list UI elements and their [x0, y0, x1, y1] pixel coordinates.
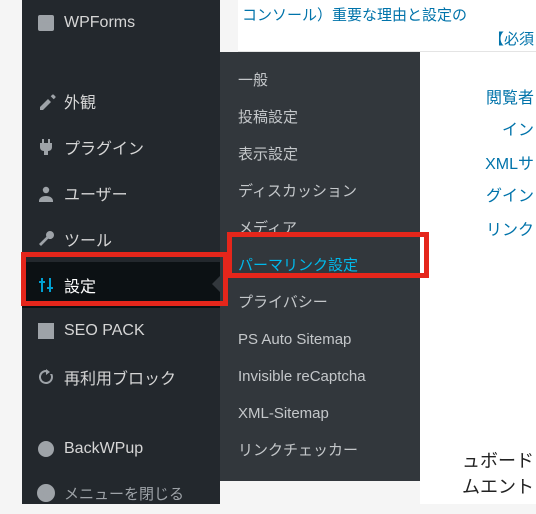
sidebar-label: WPForms: [64, 14, 210, 32]
seopack-icon: [36, 321, 64, 341]
sidebar-item-seopack[interactable]: SEO PACK: [22, 308, 220, 354]
sidebar-collapse[interactable]: メニューを閉じる: [22, 472, 220, 514]
submenu-general[interactable]: 一般: [220, 62, 420, 99]
wpforms-icon: [36, 13, 64, 33]
plugins-icon: [36, 137, 64, 157]
sidebar-label: BackWPup: [64, 440, 210, 458]
right-link-3[interactable]: XMLサ: [420, 146, 536, 178]
submenu-privacy[interactable]: プライバシー: [220, 284, 420, 321]
right-link-4[interactable]: グイン: [420, 178, 536, 210]
tools-icon: [36, 229, 64, 249]
submenu-xml-sitemap[interactable]: XML-Sitemap: [220, 395, 420, 432]
right-link-2[interactable]: イン: [420, 112, 536, 144]
sidebar-label: 再利用ブロック: [64, 365, 210, 389]
collapse-icon: [36, 483, 64, 503]
sidebar-item-backwpup[interactable]: BackWPup: [22, 426, 220, 472]
sidebar-item-wpforms[interactable]: WPForms: [22, 0, 220, 46]
submenu-invisible-recaptcha[interactable]: Invisible reCaptcha: [220, 358, 420, 395]
content-area: 閲覧者 イン XMLサ グイン リンク ュボード ムエント: [420, 52, 536, 504]
submenu-link-checker[interactable]: リンクチェッカー: [220, 432, 420, 469]
submenu-discussion[interactable]: ディスカッション: [220, 173, 420, 210]
sidebar-item-tools[interactable]: ツール: [22, 216, 220, 262]
settings-submenu: 一般 投稿設定 表示設定 ディスカッション メディア パーマリンク設定 プライバ…: [220, 52, 420, 481]
sidebar-item-users[interactable]: ユーザー: [22, 170, 220, 216]
users-icon: [36, 183, 64, 203]
sidebar-item-reusable[interactable]: 再利用ブロック: [22, 354, 220, 400]
admin-sidebar: WPForms 外観 プラグイン ユーザー ツール: [22, 0, 220, 504]
settings-icon: [36, 275, 64, 295]
right-link-1[interactable]: 閲覧者: [420, 80, 536, 112]
submenu-permalinks[interactable]: パーマリンク設定: [220, 247, 420, 284]
sidebar-item-settings[interactable]: 設定: [22, 262, 220, 308]
submenu-ps-auto-sitemap[interactable]: PS Auto Sitemap: [220, 321, 420, 358]
sidebar-label: ツール: [64, 227, 210, 251]
sidebar-label: SEO PACK: [64, 322, 210, 340]
content-link-2[interactable]: 【必須: [242, 28, 534, 52]
sidebar-label: プラグイン: [64, 135, 210, 159]
backwpup-icon: [36, 439, 64, 459]
submenu-writing[interactable]: 投稿設定: [220, 99, 420, 136]
submenu-reading[interactable]: 表示設定: [220, 136, 420, 173]
sidebar-label: 外観: [64, 89, 210, 113]
sidebar-item-appearance[interactable]: 外観: [22, 78, 220, 124]
sidebar-label: ユーザー: [64, 181, 210, 205]
sidebar-item-plugins[interactable]: プラグイン: [22, 124, 220, 170]
content-top: コンソール）重要な理由と設定の 【必須: [238, 0, 536, 52]
collapse-label: メニューを閉じる: [64, 483, 210, 504]
appearance-icon: [36, 91, 64, 111]
submenu-media[interactable]: メディア: [220, 210, 420, 247]
sidebar-label: 設定: [64, 273, 210, 297]
reusable-icon: [36, 367, 64, 387]
content-link-1[interactable]: コンソール）重要な理由と設定の: [242, 4, 534, 28]
content-bottom: ュボード ムエント: [462, 448, 534, 500]
right-link-5[interactable]: リンク: [420, 212, 536, 244]
